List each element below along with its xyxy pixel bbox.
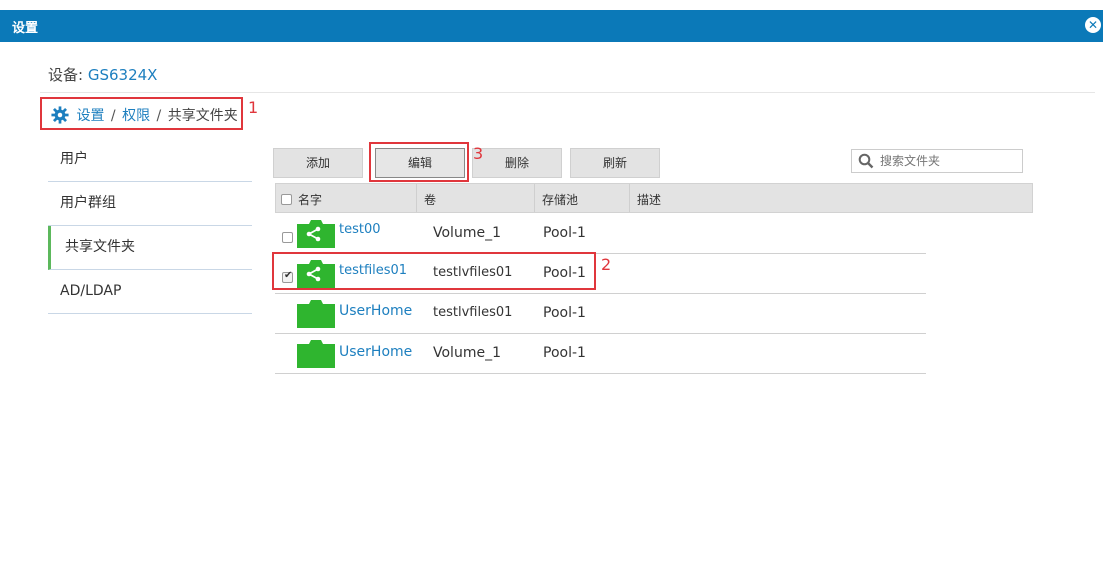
folder-pool: Pool-1	[543, 225, 586, 241]
folder-icon	[297, 300, 335, 328]
shared-folder-icon	[297, 220, 335, 248]
folder-volume: testlvfiles01	[433, 305, 513, 320]
sidebar-item-user-groups[interactable]: 用户群组	[48, 182, 252, 226]
sidebar-item-users[interactable]: 用户	[48, 138, 252, 182]
delete-button[interactable]: 删除	[472, 148, 562, 178]
column-divider	[629, 184, 630, 212]
table-header: 名字 卷 存储池 描述	[275, 183, 1033, 213]
column-divider	[416, 184, 417, 212]
close-icon[interactable]: ✕	[1085, 17, 1101, 33]
annotation-label-2: 2	[601, 255, 612, 274]
search-box[interactable]	[851, 149, 1023, 173]
refresh-button[interactable]: 刷新	[570, 148, 660, 178]
sidebar-item-label: 用户	[60, 151, 88, 167]
annotation-box-3	[369, 142, 469, 182]
column-name[interactable]: 名字	[298, 191, 322, 208]
folder-name-link[interactable]: test00	[339, 222, 381, 237]
device-line: 设备: GS6324X	[48, 64, 157, 85]
search-input[interactable]	[880, 152, 1018, 170]
top-strip	[0, 0, 1103, 10]
row-checkbox[interactable]	[282, 231, 293, 243]
folder-volume: Volume_1	[433, 345, 501, 361]
column-pool[interactable]: 存储池	[542, 191, 578, 208]
folder-name-link[interactable]: UserHome	[339, 344, 412, 360]
annotation-label-1: 1	[248, 98, 259, 117]
column-divider	[534, 184, 535, 212]
title-bar: 设置 ✕	[0, 10, 1103, 42]
window-title: 设置	[12, 21, 39, 36]
folder-pool: Pool-1	[543, 305, 586, 321]
sidebar-item-label: 共享文件夹	[65, 239, 135, 255]
sidebar: 用户 用户群组 共享文件夹 AD/LDAP	[48, 138, 252, 314]
device-name: GS6324X	[87, 66, 158, 84]
sidebar-item-shared-folders[interactable]: 共享文件夹	[48, 226, 252, 270]
device-label: 设备:	[48, 66, 84, 84]
sidebar-item-label: 用户群组	[60, 195, 116, 211]
select-all-checkbox[interactable]	[281, 194, 292, 205]
column-volume[interactable]: 卷	[424, 191, 436, 208]
folder-icon	[297, 340, 335, 368]
folder-pool: Pool-1	[543, 345, 586, 361]
table-row[interactable]: UserHome Volume_1 Pool-1	[275, 334, 926, 374]
table-row[interactable]: test00 Volume_1 Pool-1	[275, 214, 926, 254]
table-row[interactable]: UserHome testlvfiles01 Pool-1	[275, 294, 926, 334]
annotation-box-2	[272, 252, 596, 290]
column-description[interactable]: 描述	[637, 191, 661, 208]
search-icon	[858, 153, 874, 169]
divider	[40, 92, 1095, 93]
folder-name-link[interactable]: UserHome	[339, 303, 412, 319]
settings-panel: 设备: GS6324X 设置 / 权限 / 共享文件夹 1 用户 用户群组 共享…	[0, 42, 1103, 583]
annotation-label-3: 3	[473, 144, 484, 163]
annotation-box-1	[40, 97, 243, 130]
folder-volume: Volume_1	[433, 225, 501, 241]
add-button[interactable]: 添加	[273, 148, 363, 178]
sidebar-item-ad-ldap[interactable]: AD/LDAP	[48, 270, 252, 314]
sidebar-item-label: AD/LDAP	[60, 283, 122, 299]
